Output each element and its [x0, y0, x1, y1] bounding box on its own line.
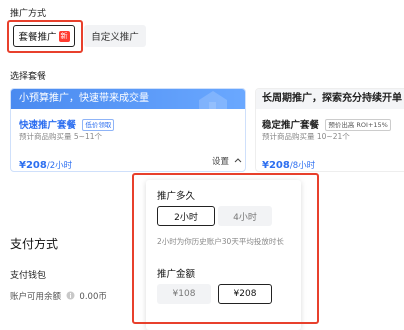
package-card-stable[interactable]: 长周期推广，探索充分持续开单 稳定推广套餐 预价出高 ROI+15% 预计商品购… [255, 88, 404, 172]
settings-label: 设置 [212, 157, 230, 167]
chevron-up-icon [234, 158, 242, 163]
house-decoration-icon [199, 91, 227, 109]
balance-row: 账户可用余额 0.00币 [10, 290, 107, 302]
package-card-stable-unit: /8小时 [289, 161, 316, 171]
package-card-quick-tag: 低价领取 [82, 119, 115, 131]
package-card-quick-title: 快速推广套餐 低价领取 [19, 117, 115, 131]
package-card-stable-title-text: 稳定推广套餐 [262, 120, 320, 131]
package-card-stable-desc: 预计商品购买量 10~21个 [262, 132, 350, 141]
tab-custom-promo[interactable]: 自定义推广 [84, 25, 146, 47]
package-card-stable-title: 稳定推广套餐 预价出高 ROI+15% [262, 117, 391, 131]
package-card-quick-header: 小预算推广，快速带来成交量 [11, 89, 245, 109]
package-card-quick-price: ¥208 [19, 160, 47, 171]
package-card-quick-desc: 预计商品购买量 5~11个 [19, 132, 102, 141]
package-card-stable-tag: 预价出高 ROI+15% [325, 119, 391, 131]
highlight-box-tab [7, 20, 83, 53]
balance-label: 账户可用余额 [10, 292, 62, 302]
package-card-stable-price-row: ¥208/8小时 [262, 153, 316, 171]
package-card-quick-unit: /2小时 [46, 161, 73, 171]
promo-method-label: 推广方式 [10, 9, 47, 19]
highlight-box-popup [132, 173, 319, 324]
package-card-quick[interactable]: 小预算推广，快速带来成交量 快速推广套餐 低价领取 预计商品购买量 5~11个 … [10, 88, 246, 172]
settings-toggle[interactable]: 设置 [212, 155, 242, 167]
payment-title: 支付方式 [10, 237, 59, 251]
package-section-label: 选择套餐 [10, 72, 47, 82]
wallet-label: 支付钱包 [10, 271, 47, 281]
tab-custom-promo-label: 自定义推广 [91, 32, 139, 43]
package-card-quick-header-text: 小预算推广，快速带来成交量 [19, 93, 149, 104]
package-card-stable-header: 长周期推广，探索充分持续开单 [256, 89, 404, 109]
package-card-quick-price-row: ¥208/2小时 [19, 153, 73, 171]
package-card-stable-price: ¥208 [262, 160, 290, 171]
balance-value: 0.00币 [79, 292, 107, 302]
package-card-quick-title-text: 快速推广套餐 [19, 120, 77, 131]
info-icon[interactable] [66, 291, 75, 300]
